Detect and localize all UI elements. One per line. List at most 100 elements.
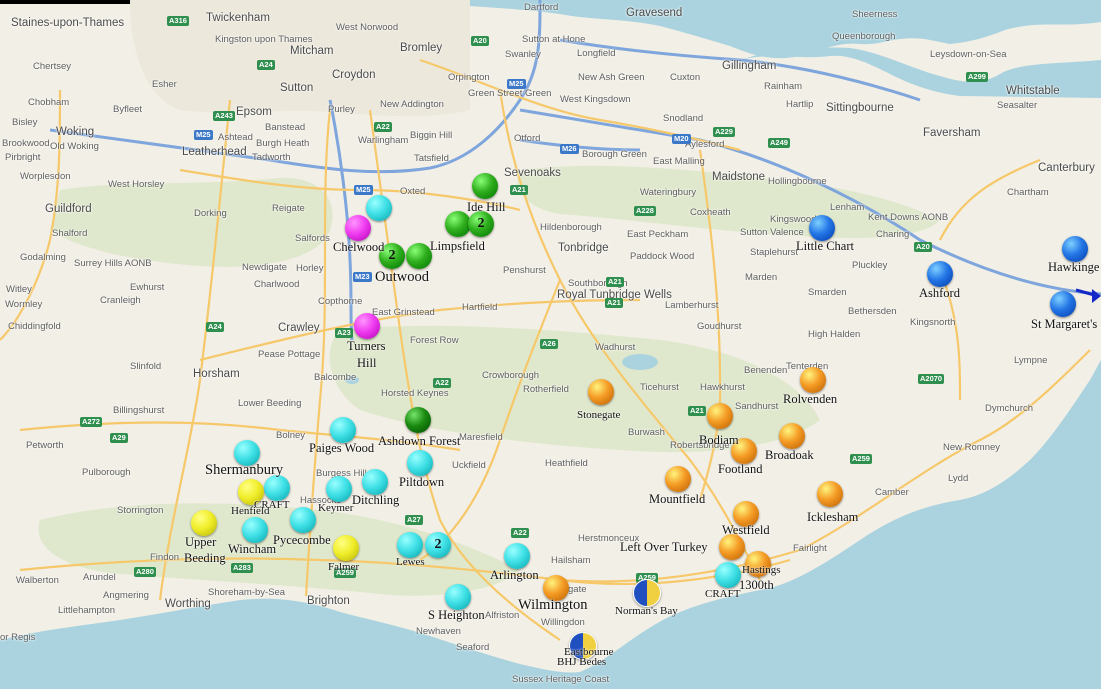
site-marker-blue[interactable] [1062,236,1088,262]
site-label: BHJ Bedes [557,656,607,668]
place-label: Worthing [165,598,211,610]
site-marker-magenta[interactable] [345,215,371,241]
site-label: Wincham [228,542,277,556]
place-label: Rotherfield [523,384,569,395]
site-marker-half[interactable] [633,579,661,607]
road-shield: A21 [510,185,528,195]
place-label: Oxted [400,186,426,197]
place-label: Dorking [194,208,227,219]
marker-count: 2 [477,216,485,231]
place-label: Chartham [1007,187,1049,198]
place-label: Queenborough [832,31,896,42]
place-label: Paddock Wood [630,251,695,262]
road-shield: M25 [194,130,213,140]
place-label: Maidstone [712,171,766,183]
place-label: Seaford [456,642,490,653]
site-label: Westfield [722,523,770,537]
road-shield: A272 [80,417,102,427]
site-label: St Margaret's [1031,317,1098,331]
place-label: Goudhurst [697,321,742,332]
place-label: Findon [150,552,180,563]
site-label: Icklesham [807,510,859,524]
place-label: Gillingham [722,60,777,72]
place-label: High Halden [808,329,861,340]
site-marker-orange[interactable] [665,466,691,492]
place-label: East Grinstead [372,307,435,318]
road-shield: A280 [134,567,156,577]
place-label: Sutton at Hone [522,34,586,45]
road-shield: A21 [605,298,623,308]
place-label: Guildford [45,203,92,215]
site-label: Hill [357,356,377,370]
place-label: Ashtead [218,132,253,143]
place-label: Dartford [524,2,559,13]
site-marker-cyan[interactable] [330,417,356,443]
site-marker-green[interactable] [472,173,498,199]
site-label: Outwood [375,269,429,285]
site-marker-cyan[interactable]: 2 [425,532,451,558]
place-label: New Ash Green [578,72,645,83]
site-marker-cyan[interactable] [715,562,741,588]
site-marker-yellow[interactable] [333,535,359,561]
place-label: Byfleet [113,104,143,115]
site-marker-cyan[interactable] [366,195,392,221]
site-marker-cyan[interactable] [242,517,268,543]
place-label: Hawkhurst [700,382,745,393]
place-label: Old Woking [50,141,99,152]
place-label: Burgh Heath [256,138,310,149]
site-marker-green[interactable] [406,243,432,269]
site-marker-blue[interactable] [927,261,953,287]
place-label: New Romney [943,442,1001,453]
place-label: Sheerness [852,9,898,20]
site-marker-cyan[interactable] [397,532,423,558]
site-label: Stonegate [577,409,621,421]
site-marker-blue[interactable] [1050,291,1076,317]
site-marker-cyan[interactable] [504,543,530,569]
site-marker-orange[interactable] [707,403,733,429]
bewl-water [622,354,658,370]
place-label: Reigate [272,203,305,214]
site-marker-cyan[interactable] [362,469,388,495]
site-marker-orange[interactable] [719,534,745,560]
site-label: S Heighton [428,608,485,622]
place-label: Woking [56,126,95,138]
site-marker-green[interactable]: 2 [468,211,494,237]
site-label: Upper [185,535,217,549]
place-label: Longfield [577,48,616,59]
site-marker-orange[interactable] [817,481,843,507]
place-label: Chertsey [33,61,72,72]
site-marker-yellow[interactable] [191,510,217,536]
site-marker-green_dark[interactable] [405,407,431,433]
place-label: Purley [328,104,355,115]
site-label: Henfield [231,505,270,517]
place-label: Horsted Keynes [381,388,449,399]
place-label: Snodland [663,113,704,124]
site-marker-cyan[interactable] [326,476,352,502]
road-shield: A21 [606,277,624,287]
site-marker-blue[interactable] [809,215,835,241]
site-marker-orange[interactable] [779,423,805,449]
place-label: Tatsfield [414,153,449,164]
place-label: Pirbright [5,152,41,163]
site-label: Mountfield [649,492,706,506]
place-label: Faversham [923,127,981,139]
site-label: Hawkinge [1048,260,1100,274]
map-canvas[interactable]: Twickenham Staines-upon-Thames Kingston up… [0,0,1101,689]
place-label: Shoreham-by-Sea [208,587,286,598]
place-label: Uckfield [452,460,486,471]
place-label: Twickenham [206,12,270,24]
site-marker-orange[interactable] [588,379,614,405]
site-marker-orange[interactable] [800,367,826,393]
site-label: Left Over Turkey [620,540,708,554]
place-label: East Malling [653,156,705,167]
site-label: 1300th [739,578,774,592]
site-marker-cyan[interactable] [407,450,433,476]
site-marker-cyan[interactable] [445,584,471,610]
site-marker-cyan[interactable] [290,507,316,533]
place-label: Smarden [808,287,847,298]
site-marker-magenta[interactable] [354,313,380,339]
place-label: Littlehampton [58,605,116,616]
place-label: New Addington [380,99,444,110]
place-label: Sutton [280,82,314,94]
road-shield: A229 [713,127,735,137]
